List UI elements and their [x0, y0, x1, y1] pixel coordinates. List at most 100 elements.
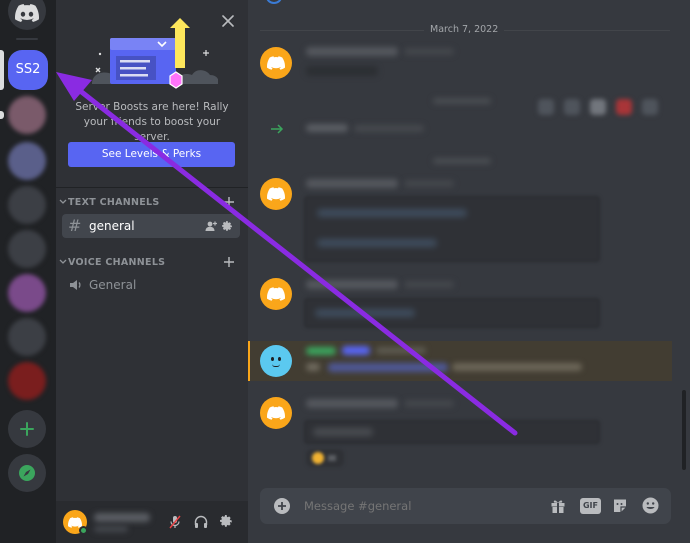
server-rail: SS2	[0, 0, 56, 543]
toolbar-icon[interactable]	[538, 99, 554, 115]
active-server-indicator	[0, 50, 4, 90]
toolbar-icon[interactable]	[616, 99, 632, 115]
user-settings-gear-icon[interactable]	[220, 515, 233, 528]
emoji-icon[interactable]	[642, 497, 659, 514]
channel-name: general	[89, 219, 135, 233]
message-hover-toolbar[interactable]	[534, 95, 664, 119]
face-eye	[278, 357, 281, 361]
unread-indicator	[0, 111, 4, 119]
message-timestamp-redacted	[404, 48, 454, 55]
server-icon[interactable]	[8, 186, 46, 224]
chat-area: March 7, 2022 Message #general GIF	[248, 0, 690, 543]
gift-icon[interactable]	[550, 498, 566, 514]
message-avatar	[266, 0, 282, 4]
text-channels-label: TEXT CHANNELS	[68, 197, 160, 208]
message-author-redacted	[306, 47, 398, 56]
highlighted-message[interactable]	[248, 341, 672, 381]
discord-logo-icon	[267, 56, 285, 70]
add-server-button[interactable]	[8, 410, 46, 448]
see-levels-perks-button[interactable]: See Levels & Perks	[68, 142, 235, 167]
message-avatar[interactable]	[260, 278, 292, 310]
server-icon[interactable]	[8, 362, 46, 400]
compass-icon	[19, 465, 35, 481]
join-message-redacted	[354, 125, 424, 132]
reaction-chip[interactable]	[306, 449, 344, 467]
plus-icon	[278, 502, 286, 510]
face-eye	[271, 357, 274, 361]
message-avatar[interactable]	[260, 178, 292, 210]
attach-button[interactable]	[274, 498, 290, 514]
join-message-redacted	[306, 124, 348, 132]
microphone-muted-icon[interactable]	[168, 515, 182, 529]
message-timestamp-redacted	[404, 400, 454, 407]
gif-button[interactable]: GIF	[580, 498, 601, 514]
message-body-redacted	[306, 66, 378, 76]
chevron-down-icon	[59, 199, 67, 204]
user-avatar[interactable]	[63, 510, 88, 535]
mention-redacted	[306, 363, 320, 371]
date-divider-label: March 7, 2022	[424, 24, 505, 35]
message-author-redacted	[306, 179, 398, 188]
toolbar-icon[interactable]	[590, 99, 606, 115]
message-input[interactable]	[304, 496, 534, 516]
server-icon-ss2[interactable]: SS2	[8, 50, 48, 90]
code-line-redacted	[317, 209, 467, 217]
message-timestamp-redacted	[404, 180, 454, 187]
voice-channel-general[interactable]: General	[62, 273, 240, 297]
boost-promo-text: Server Boosts are here! Rally your frien…	[75, 101, 229, 143]
text-channels-category[interactable]: TEXT CHANNELS	[56, 194, 248, 210]
message-author-redacted	[306, 399, 398, 408]
discord-logo-icon	[15, 4, 39, 22]
see-levels-perks-label: See Levels & Perks	[101, 148, 202, 160]
voice-channel-name: General	[89, 278, 137, 292]
voice-channels-category[interactable]: VOICE CHANNELS	[56, 254, 248, 270]
chevron-down-icon	[59, 259, 67, 264]
server-label: SS2	[15, 62, 41, 77]
member-join-arrow-icon	[271, 124, 284, 134]
message-composer: GIF	[260, 488, 671, 524]
user-panel	[56, 501, 248, 543]
server-icon[interactable]	[8, 318, 46, 356]
explore-servers-button[interactable]	[8, 454, 46, 492]
server-icon[interactable]	[8, 230, 46, 268]
headphones-icon[interactable]	[194, 515, 208, 529]
message-avatar	[260, 345, 292, 377]
voice-channels-label: VOICE CHANNELS	[68, 257, 166, 268]
message-avatar[interactable]	[260, 397, 292, 429]
chat-scrollbar[interactable]	[682, 390, 686, 470]
channel-general[interactable]: # general	[62, 214, 240, 238]
code-block	[304, 298, 600, 328]
discord-window: SS2 Server Boosts are here! Rally your f…	[0, 0, 690, 543]
toolbar-icon[interactable]	[642, 99, 658, 115]
server-icon[interactable]	[8, 274, 46, 312]
toolbar-icon[interactable]	[564, 99, 580, 115]
sticker-icon[interactable]	[612, 498, 628, 514]
code-line-redacted	[313, 428, 373, 436]
server-icon[interactable]	[8, 142, 46, 180]
channel-sidebar: Server Boosts are here! Rally your frien…	[56, 0, 248, 543]
server-icon[interactable]	[8, 96, 46, 134]
invite-member-icon[interactable]	[205, 221, 217, 232]
message-author-redacted	[306, 280, 398, 289]
divider-redacted	[433, 158, 491, 164]
home-button[interactable]	[8, 0, 46, 30]
gear-icon[interactable]	[222, 221, 233, 232]
message-author-redacted	[306, 347, 336, 355]
divider-redacted	[433, 98, 491, 104]
online-status-dot	[79, 526, 88, 535]
rail-divider	[16, 38, 38, 40]
message-avatar[interactable]	[260, 47, 292, 79]
mention-redacted	[328, 363, 448, 372]
role-badge-redacted	[342, 346, 370, 355]
add-channel-icon[interactable]	[224, 257, 234, 267]
close-icon[interactable]	[222, 15, 234, 27]
user-tag-redacted	[94, 526, 128, 532]
code-line-redacted	[315, 309, 415, 317]
message-timestamp-redacted	[376, 347, 426, 354]
discord-logo-icon	[267, 406, 285, 420]
add-channel-icon[interactable]	[224, 197, 234, 207]
plus-icon	[20, 422, 34, 436]
reaction-emoji	[312, 452, 324, 464]
reaction-count	[328, 455, 336, 461]
gif-label: GIF	[582, 501, 598, 510]
